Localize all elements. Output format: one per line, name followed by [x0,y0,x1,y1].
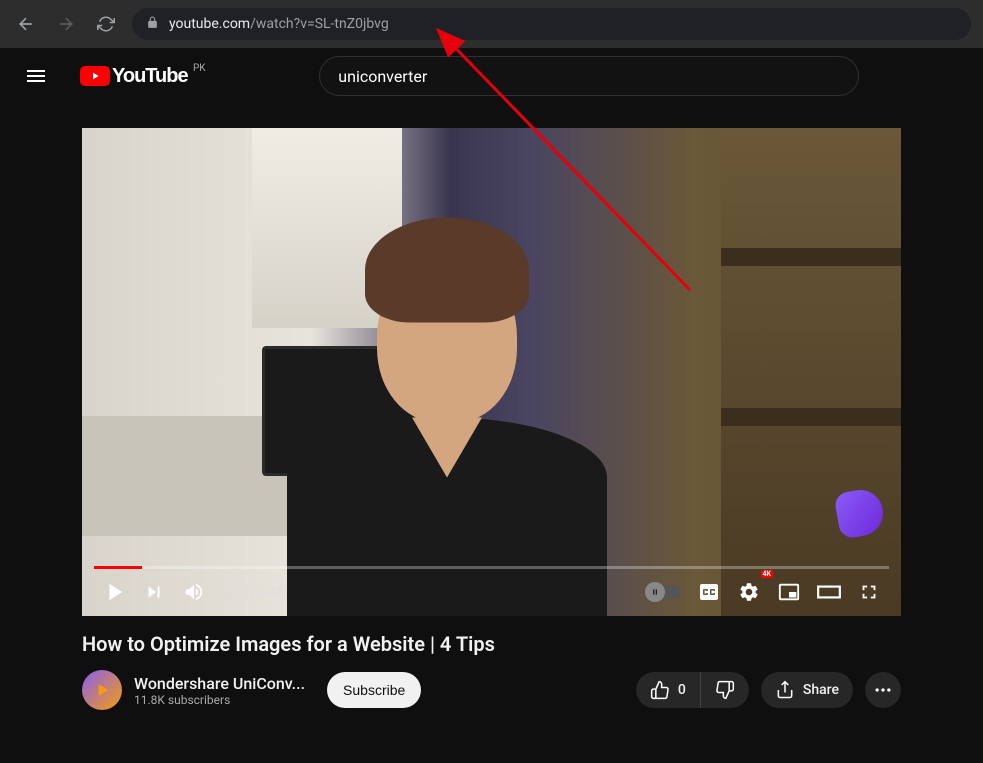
browser-url-bar[interactable]: youtube.com/watch?v=SL-tnZ0jbvg [132,8,971,40]
subscribe-button[interactable]: Subscribe [327,672,421,708]
channel-name[interactable]: Wondershare UniConv... [134,674,305,693]
browser-forward-button[interactable] [52,10,80,38]
pause-icon [645,582,665,602]
settings-button[interactable]: 4K [729,572,769,612]
url-text: youtube.com/watch?v=SL-tnZ0jbvg [169,16,389,32]
like-dislike-group: 0 [636,672,749,708]
current-time: 0:00 [222,585,247,600]
browser-reload-button[interactable] [92,10,120,38]
time-display: 0:00 / 6:48 [214,585,292,600]
miniplayer-button[interactable] [769,572,809,612]
search-input[interactable]: uniconverter [319,56,859,96]
main-content: 0:00 / 6:48 4K [0,104,983,710]
captions-button[interactable] [689,572,729,612]
autoplay-toggle[interactable] [645,585,681,599]
video-controls: 0:00 / 6:48 4K [82,568,901,616]
browser-chrome-bar: youtube.com/watch?v=SL-tnZ0jbvg [0,0,983,48]
share-label: Share [803,682,839,698]
channel-avatar[interactable] [82,670,122,710]
fullscreen-button[interactable] [849,572,889,612]
video-title: How to Optimize Images for a Website | 4… [82,632,901,656]
play-button[interactable] [94,572,134,612]
dislike-button[interactable] [701,672,749,708]
channel-subscribers: 11.8K subscribers [134,693,305,707]
more-actions-button[interactable] [865,672,901,708]
country-code: PK [193,63,206,74]
duration: 6:48 [259,585,284,600]
lock-icon [146,16,159,33]
like-count: 0 [678,682,686,698]
url-path: /watch?v=SL-tnZ0jbvg [250,16,389,32]
search-value: uniconverter [338,67,427,86]
theater-mode-button[interactable] [809,572,849,612]
youtube-logo[interactable]: YouTube PK [80,65,188,88]
youtube-wordmark: YouTube [112,65,188,88]
next-button[interactable] [134,572,174,612]
volume-button[interactable] [174,572,214,612]
share-button[interactable]: Share [761,672,853,708]
like-button[interactable]: 0 [636,672,701,708]
video-frame [82,128,901,616]
video-player[interactable]: 0:00 / 6:48 4K [82,128,901,616]
quality-badge: 4K [761,570,773,578]
youtube-play-icon [80,66,110,86]
video-meta-row: Wondershare UniConv... 11.8K subscribers… [82,670,901,710]
youtube-header: YouTube PK uniconverter [0,48,983,104]
browser-back-button[interactable] [12,10,40,38]
hamburger-menu-button[interactable] [16,56,56,96]
url-domain: youtube.com [169,16,250,32]
